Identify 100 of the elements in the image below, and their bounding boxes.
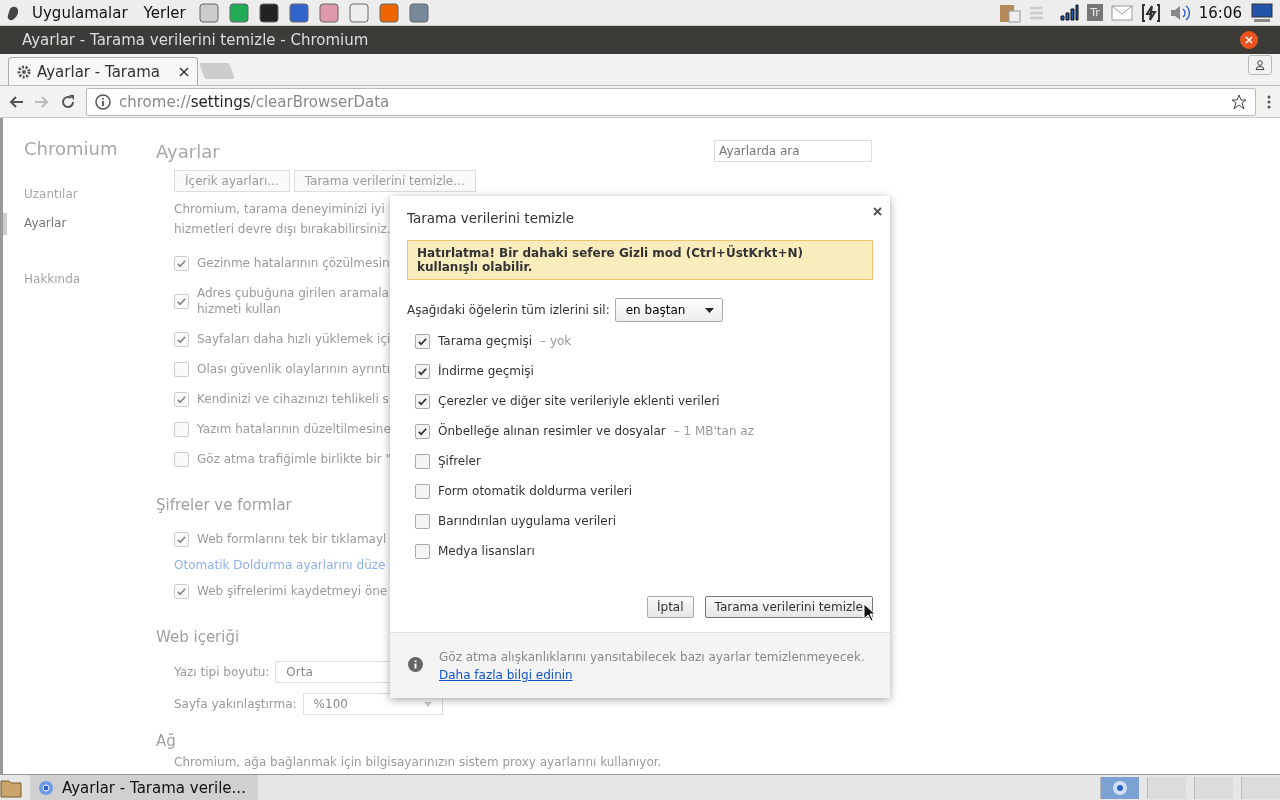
checkmark-icon [417, 365, 428, 377]
checkbox[interactable] [174, 391, 189, 407]
back-icon[interactable] [8, 93, 24, 110]
window-title: Ayarlar - Tarama verilerini temizle - Chromium [22, 31, 369, 49]
cursor-icon [863, 603, 875, 622]
url-text: chrome://settings/clearBrowserData [119, 92, 391, 111]
checkbox-label: Barındırılan uygulama verileri [438, 514, 616, 528]
checkbox-label: Adres çubuğuna girilen aramala hizmeti kullan [197, 285, 389, 318]
checkbox[interactable] [174, 361, 189, 377]
checkbox[interactable] [174, 331, 189, 347]
clock[interactable]: 16:06 [1198, 3, 1242, 22]
learn-more-link[interactable]: Daha fazla bilgi edinin [439, 668, 573, 682]
keyboard-layout[interactable]: Tr [1087, 4, 1103, 21]
mail-icon[interactable] [1110, 4, 1133, 21]
browser-tab[interactable]: Ayarlar - Tarama [8, 57, 198, 85]
checkmark-icon [176, 585, 187, 597]
gear-icon [17, 64, 31, 79]
search-field[interactable]: Ayarlarda ara [714, 140, 872, 162]
checkbox-label: Form otomatik doldurma verileri [438, 484, 633, 498]
checkbox[interactable] [174, 531, 189, 547]
checkbox-label: Tarama geçmişi [438, 334, 533, 348]
reload-icon[interactable] [60, 93, 76, 110]
checkbox-label: Çerezler ve diğer site verileriyle eklenti verileri [438, 394, 720, 408]
checkbox-label: Yazım hatalarının düzeltilmesine [197, 421, 391, 438]
browser-icon [1112, 779, 1128, 796]
close-icon [873, 207, 882, 216]
checkbox-label: Web formlarını tek bir tıklamayl [197, 531, 387, 548]
info-icon[interactable] [95, 93, 111, 110]
select-label: Yazı tipi boyutu: [174, 665, 270, 679]
cancel-button[interactable]: İptal [646, 596, 694, 618]
select-label: Sayfa yakınlaştırma: [174, 697, 297, 711]
item-note: – 1 MB'tan az [673, 424, 754, 438]
checkbox[interactable] [415, 483, 430, 499]
monitor-icon[interactable] [1250, 2, 1274, 23]
checkbox-label: Olası güvenlik olaylarının ayrıntı [197, 361, 391, 378]
checkbox-label: İndirme geçmişi [438, 364, 534, 378]
more-icon[interactable] [1266, 93, 1272, 110]
checkbox[interactable] [415, 363, 430, 379]
checkmark-icon [176, 533, 187, 545]
panel-menu[interactable]: Uygulamalar [28, 3, 132, 22]
clipboard-icon[interactable] [999, 2, 1022, 23]
checkbox-label: Web şifrelerimi kaydetmeyi öne [197, 583, 388, 600]
notice-banner: Hatırlatma! Bir dahaki sefere Gizli mod (Ctrl+ÜstKrkt+N) kullanışlı olabilir. [407, 240, 873, 280]
item-note: – yok [540, 334, 572, 348]
checkbox-label: Medya lisansları [438, 544, 535, 558]
checkbox[interactable] [174, 583, 189, 599]
description-text: Chromium, tarama deneyiminizi iyi [174, 201, 385, 218]
checkmark-icon [417, 395, 428, 407]
checkbox[interactable] [415, 543, 430, 559]
checkmark-icon [417, 425, 428, 437]
description-text: hizmetleri devre dışı bırakabilirsiniz. [174, 221, 391, 238]
checkbox[interactable] [174, 421, 189, 437]
checkbox[interactable] [415, 423, 430, 439]
power-icon[interactable] [1140, 2, 1161, 23]
checkbox[interactable] [415, 393, 430, 409]
range-dropdown[interactable]: en baştan [614, 298, 723, 322]
section-heading: Web içeriği [156, 628, 240, 646]
caret-icon [423, 701, 432, 707]
section-heading: Ağ [156, 732, 176, 750]
page-title: Ayarlar [156, 140, 221, 162]
folder-icon[interactable] [0, 777, 22, 798]
browser-icon [38, 779, 54, 796]
checkbox-label: Sayfaları daha hızlı yüklemek içi [197, 331, 391, 348]
description-text: Chromium, ağa bağlanmak için bilgisayarınızın sistem proxy ayarlarını kullanıyor. [174, 754, 662, 771]
launcher-icon[interactable] [257, 1, 280, 24]
close-button[interactable] [1240, 31, 1258, 49]
checkbox-label: Önbelleğe alınan resimler ve dosyalar [438, 424, 666, 438]
checkbox[interactable] [174, 293, 189, 309]
brand-title: Chromium [24, 138, 119, 159]
section-heading: Şifreler ve formlar [156, 496, 292, 514]
clear-data-button[interactable]: Tarama verilerini temizle [704, 596, 873, 618]
signal-icon[interactable] [1059, 3, 1080, 22]
person-icon [1255, 60, 1265, 70]
checkbox[interactable] [174, 451, 189, 467]
checkbox-label: Şifreler [438, 454, 481, 468]
taskbar-item[interactable]: Ayarlar - Tarama verile... [30, 775, 258, 800]
close-icon [1245, 36, 1253, 44]
range-label: Aşağıdaki öğelerin tüm izlerini sil: [407, 303, 610, 317]
checkbox[interactable] [415, 453, 430, 469]
close-icon[interactable] [179, 66, 189, 77]
panel-menu[interactable]: Yerler [139, 3, 190, 22]
checkmark-icon [176, 393, 187, 405]
checkbox[interactable] [415, 333, 430, 349]
sidebar-item[interactable]: Ayarlar [3, 208, 156, 237]
star-icon[interactable] [1231, 93, 1247, 110]
dialog-title: Tarama verilerini temizle [407, 210, 576, 226]
checkbox[interactable] [174, 255, 189, 271]
profile-button[interactable] [1248, 55, 1272, 75]
checkbox-label: Kendinizi ve cihazınızı tehlikeli s [197, 391, 389, 408]
volume-icon[interactable] [1168, 2, 1191, 23]
caret-icon [704, 307, 714, 313]
address-bar[interactable]: chrome://settings/clearBrowserData [86, 87, 1256, 116]
checkbox-label: Gezinme hatalarının çözülmesin [197, 255, 390, 272]
checkbox-label: Göz atma trafiğimle birlikte bir " [197, 451, 391, 468]
checkbox[interactable] [415, 513, 430, 529]
checkmark-icon [417, 335, 428, 347]
info-icon [408, 657, 423, 672]
workspace-button[interactable] [1100, 776, 1139, 799]
footer-text: Göz atma alışkanlıklarını yansıtabilecek bazı ayarlar temizlenmeyecek. [439, 649, 865, 666]
checkmark-icon [176, 257, 187, 269]
